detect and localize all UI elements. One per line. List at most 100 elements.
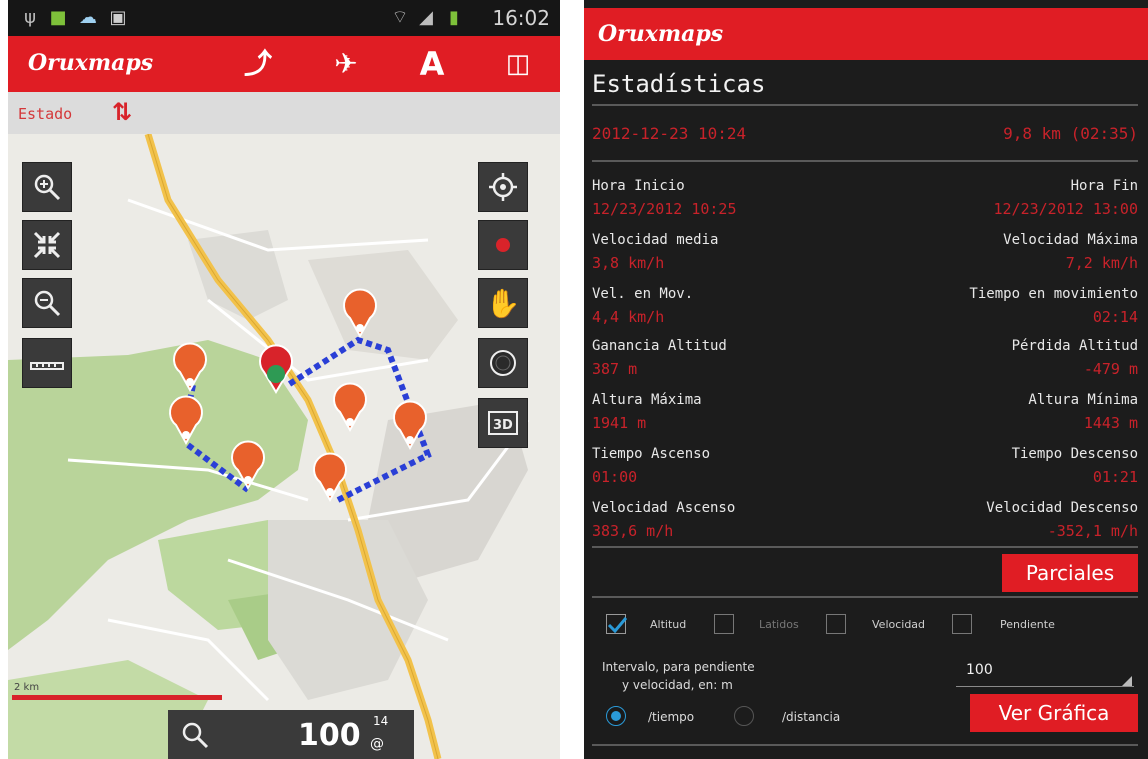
- map-layers-icon[interactable]: ◫: [498, 44, 538, 84]
- clock: 16:02: [492, 6, 550, 30]
- checkbox-label: Altitud: [650, 618, 687, 631]
- usb-icon: ψ: [24, 7, 36, 28]
- stat-value: 12/23/2012 13:00: [993, 200, 1139, 218]
- ver-grafica-button[interactable]: Ver Gráfica: [970, 694, 1138, 732]
- resize-corner-icon: [1122, 676, 1132, 686]
- stat-value: 4,4 km/h: [592, 308, 665, 326]
- pendiente-checkbox[interactable]: [952, 614, 972, 634]
- weather-icon: ☁: [79, 7, 97, 28]
- svg-text:3D: 3D: [493, 418, 513, 433]
- zoom-level-bar: 100 14 @: [168, 710, 414, 759]
- stat-label: Ganancia Altitud: [592, 338, 727, 354]
- parciales-button[interactable]: Parciales: [1002, 554, 1138, 592]
- wifi-icon: ⌔: [391, 7, 409, 28]
- interval-label: Intervalo, para pendiente: [602, 660, 755, 674]
- app-toolbar-right: Oruxmaps: [584, 8, 1148, 60]
- stat-value: 1443 m: [1083, 414, 1138, 432]
- stat-value: 12/23/2012 10:25: [592, 200, 737, 218]
- app-toolbar: Oruxmaps ⤴ ✈ A ◫: [8, 36, 560, 92]
- stat-value: 01:21: [1092, 468, 1138, 486]
- compass-button[interactable]: [478, 338, 528, 388]
- android-icon: ■: [49, 7, 67, 28]
- stat-value: -352,1 m/h: [1047, 522, 1138, 540]
- interval-input[interactable]: 100: [956, 660, 1134, 687]
- stat-label: Velocidad Descenso: [986, 500, 1138, 516]
- header-divider: [592, 160, 1138, 162]
- battery-icon: ▮: [449, 7, 459, 28]
- 3d-view-icon: 3D: [488, 411, 518, 435]
- stat-value: 1941 m: [592, 414, 647, 432]
- track-summary: 9,8 km (02:35): [1003, 124, 1138, 143]
- stat-value: 7,2 km/h: [1065, 254, 1138, 272]
- view-3d-button[interactable]: 3D: [478, 398, 528, 448]
- bottom-divider: [592, 744, 1138, 746]
- zoom-in-button[interactable]: [22, 162, 72, 212]
- pan-button[interactable]: ✋: [478, 278, 528, 328]
- checkmark-icon: [607, 617, 628, 634]
- app-logo: Oruxmaps: [28, 50, 154, 76]
- page-title: Estadísticas: [592, 70, 766, 98]
- refresh-icon[interactable]: ⇅: [112, 98, 132, 126]
- locate-button[interactable]: [478, 162, 528, 212]
- record-button[interactable]: [478, 220, 528, 270]
- ruler-icon: [30, 362, 64, 370]
- title-divider: [592, 104, 1138, 106]
- road-icon[interactable]: A: [412, 44, 452, 84]
- fit-screen-icon: [33, 231, 61, 259]
- track-date: 2012-12-23 10:24: [592, 124, 747, 143]
- signal-icon: ◢: [419, 7, 433, 28]
- checkbox-label: Pendiente: [1000, 618, 1055, 631]
- stat-value: 02:14: [1092, 308, 1138, 326]
- zoom-sub: @: [370, 736, 384, 752]
- stat-value: 01:00: [592, 468, 638, 486]
- stat-value: 387 m: [592, 360, 638, 378]
- stat-label: Velocidad Máxima: [1003, 232, 1138, 248]
- status-bar: ψ ■ ☁ ▣ ⌔ ◢ ▮ 16:02: [8, 0, 560, 36]
- estado-label: Estado: [18, 105, 73, 123]
- stat-label: Tiempo en movimiento: [969, 286, 1138, 302]
- stats-screen: Oruxmaps Estadísticas 2012-12-23 10:24 9…: [584, 0, 1148, 759]
- pin-icon[interactable]: ✈: [326, 44, 366, 84]
- crosshair-icon: [489, 173, 517, 201]
- stat-label: Hora Fin: [1070, 178, 1138, 194]
- altitud-checkbox[interactable]: [606, 614, 628, 634]
- latidos-checkbox[interactable]: [714, 614, 734, 634]
- app-logo-right: Oruxmaps: [598, 21, 724, 47]
- zoom-out-button[interactable]: [22, 278, 72, 328]
- interval-label-2: y velocidad, en: m: [622, 678, 733, 692]
- map-screen: 2 km ψ ■ ☁ ▣ ⌔ ◢ ▮ 16:02 Oruxmaps ⤴ ✈ A …: [8, 0, 560, 759]
- options-divider: [592, 596, 1138, 598]
- checkbox-label: Latidos: [759, 618, 799, 631]
- stat-label: Hora Inicio: [592, 178, 685, 194]
- stat-label: Vel. en Mov.: [592, 286, 694, 302]
- stat-label: Velocidad media: [592, 232, 719, 248]
- zoom-sup: 14: [373, 714, 389, 728]
- radio-label: /tiempo: [648, 710, 695, 724]
- record-icon: [496, 238, 510, 252]
- compass-icon: [490, 350, 516, 376]
- fit-screen-button[interactable]: [22, 220, 72, 270]
- stat-value: 3,8 km/h: [592, 254, 665, 272]
- ruler-button[interactable]: [22, 338, 72, 388]
- gallery-icon: ▣: [109, 7, 127, 28]
- stat-label: Tiempo Ascenso: [592, 446, 711, 462]
- radio-dot: [611, 711, 621, 721]
- zoom-level: 100: [298, 718, 361, 753]
- zoom-in-icon: [34, 174, 61, 201]
- search-icon[interactable]: [180, 720, 210, 750]
- stat-label: Altura Máxima: [592, 392, 702, 408]
- stat-value: -479 m: [1083, 360, 1138, 378]
- radio-label: /distancia: [782, 710, 841, 724]
- stat-label: Pérdida Altitud: [1011, 338, 1138, 354]
- tiempo-radio[interactable]: [606, 706, 626, 726]
- distancia-radio[interactable]: [734, 706, 754, 726]
- hand-icon: ✋: [485, 286, 521, 320]
- checkbox-label: Velocidad: [872, 618, 926, 631]
- stats-divider: [592, 546, 1138, 548]
- velocidad-checkbox[interactable]: [826, 614, 846, 634]
- route-icon[interactable]: ⤴: [238, 44, 278, 84]
- stat-label: Velocidad Ascenso: [592, 500, 736, 516]
- zoom-out-icon: [34, 290, 61, 317]
- stat-label: Tiempo Descenso: [1011, 446, 1138, 462]
- estado-bar: Estado ⇅: [8, 92, 560, 134]
